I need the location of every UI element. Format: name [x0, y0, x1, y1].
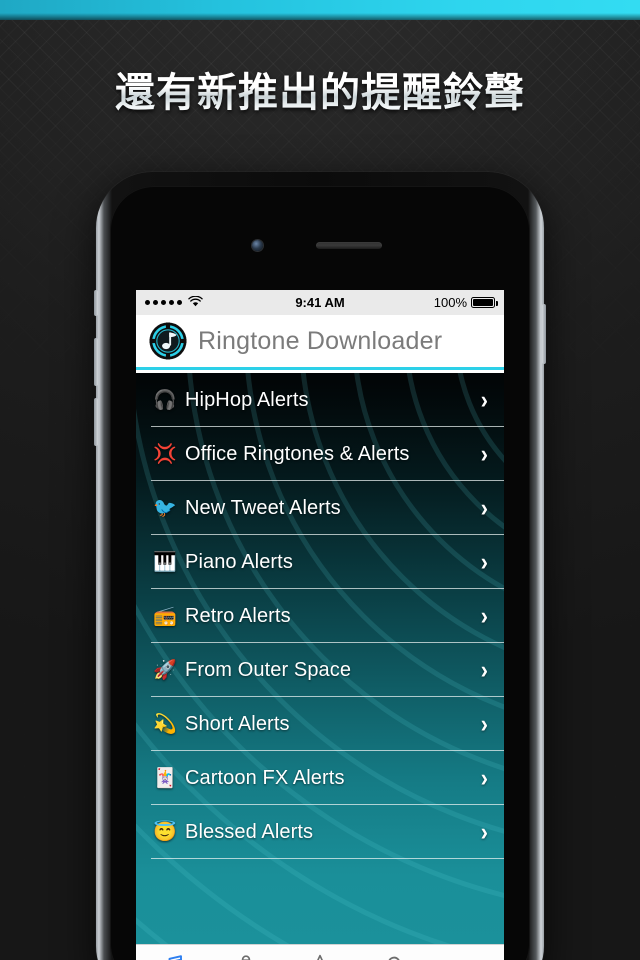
piano-icon: 🎹 [153, 551, 177, 573]
ringtone-disc-logo [149, 322, 187, 360]
phone-screen: 9:41 AM 100% Ringtone Downloader 🎧 HipHo… [136, 290, 504, 960]
status-bar-right: 100% [433, 295, 498, 310]
app-navbar: Ringtone Downloader [136, 315, 504, 370]
page-headline: 還有新推出的提醒鈴聲 [0, 68, 640, 118]
list-item-label: From Outer Space [185, 658, 352, 681]
list-item-label: Cartoon FX Alerts [185, 766, 345, 789]
chevron-right-icon: › [480, 439, 488, 468]
rocket-icon: 🚀 [153, 659, 177, 681]
list-item[interactable]: 📻 Retro Alerts › [136, 589, 504, 643]
list-item-label: Office Ringtones & Alerts [185, 442, 410, 465]
list-item-label: New Tweet Alerts [185, 496, 341, 519]
chevron-right-icon: › [480, 493, 488, 522]
app-title: Ringtone Downloader [198, 326, 443, 355]
list-item-label: Retro Alerts [185, 604, 291, 627]
chevron-right-icon: › [480, 385, 488, 414]
shooting-star-icon: 💫 [153, 713, 177, 735]
status-bar: 9:41 AM 100% [136, 290, 504, 315]
chevron-right-icon: › [480, 601, 488, 630]
star-icon [305, 952, 335, 960]
volume-up-button[interactable] [94, 338, 98, 386]
volume-down-button[interactable] [94, 398, 98, 446]
tab-more[interactable] [430, 945, 504, 960]
radio-icon: 📻 [153, 605, 177, 627]
phone-device-frame: 9:41 AM 100% Ringtone Downloader 🎧 HipHo… [94, 172, 546, 960]
angel-face-icon: 😇 [153, 821, 177, 843]
mute-switch[interactable] [94, 290, 98, 316]
chevron-right-icon: › [480, 547, 488, 576]
office-spark-icon: 💢 [153, 443, 177, 465]
list-item[interactable]: 🐦 New Tweet Alerts › [136, 481, 504, 535]
tab-bar [136, 944, 504, 960]
battery-full-icon [471, 297, 498, 308]
category-list: 🎧 HipHop Alerts › 💢 Office Ringtones & A… [136, 373, 504, 944]
list-item[interactable]: 🚀 From Outer Space › [136, 643, 504, 697]
list-item-label: HipHop Alerts [185, 388, 309, 411]
bird-icon: 🐦 [153, 497, 177, 519]
chevron-right-icon: › [480, 763, 488, 792]
list-item-label: Blessed Alerts [185, 820, 314, 843]
front-camera-icon [252, 240, 263, 251]
battery-percent-label: 100% [433, 295, 467, 310]
category-rows: 🎧 HipHop Alerts › 💢 Office Ringtones & A… [136, 373, 504, 944]
list-item[interactable]: 😇 Blessed Alerts › [136, 805, 504, 859]
chevron-right-icon: › [480, 655, 488, 684]
list-item[interactable]: 💫 Short Alerts › [136, 697, 504, 751]
list-item[interactable]: 🎧 HipHop Alerts › [136, 373, 504, 427]
chevron-right-icon: › [480, 817, 488, 846]
joker-card-icon: 🃏 [153, 767, 177, 789]
tab-help[interactable] [357, 945, 431, 960]
music-note-icon [158, 952, 188, 960]
tab-favorites[interactable] [283, 945, 357, 960]
list-item-label: Piano Alerts [185, 550, 293, 573]
question-mark-icon [379, 952, 409, 960]
earpiece-speaker [316, 242, 382, 249]
phone-bezel: 9:41 AM 100% Ringtone Downloader 🎧 HipHo… [110, 186, 530, 960]
microphone-icon [231, 952, 261, 960]
top-accent-strip [0, 0, 640, 20]
headphone-icon: 🎧 [153, 389, 177, 411]
tab-record[interactable] [210, 945, 284, 960]
list-item[interactable]: 💢 Office Ringtones & Alerts › [136, 427, 504, 481]
list-item-label: Short Alerts [185, 712, 290, 735]
chevron-right-icon: › [480, 709, 488, 738]
tab-ringtones[interactable] [136, 945, 210, 960]
list-item[interactable]: 🃏 Cartoon FX Alerts › [136, 751, 504, 805]
power-button[interactable] [542, 304, 546, 364]
list-item[interactable]: 🎹 Piano Alerts › [136, 535, 504, 589]
